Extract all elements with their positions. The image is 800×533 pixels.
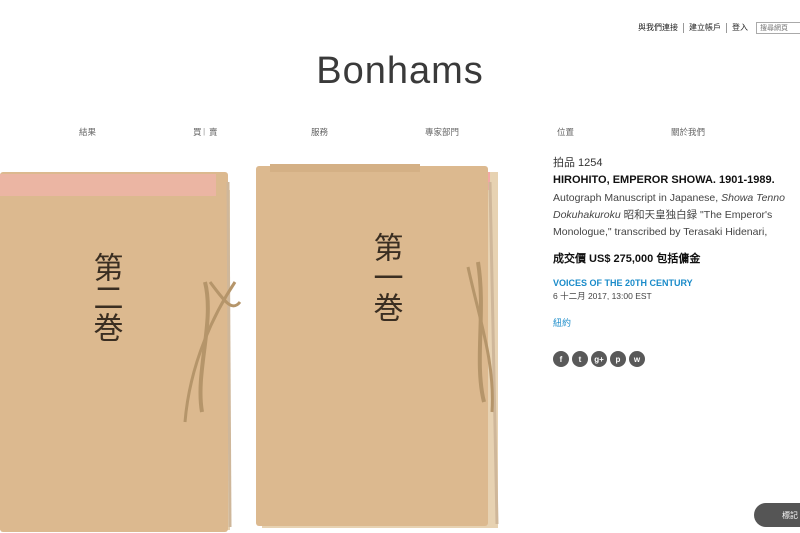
sale-date: 6 十二月 2017, 13:00 EST xyxy=(553,291,652,301)
bookmark-button[interactable]: 標記 xyxy=(754,503,800,527)
facebook-icon[interactable]: f xyxy=(553,351,569,367)
lot-info-panel: 拍品 1254 HIROHITO, EMPEROR SHOWA. 1901-19… xyxy=(553,154,800,367)
twitter-icon[interactable]: t xyxy=(572,351,588,367)
right-volume-cover xyxy=(256,166,488,526)
weibo-icon[interactable]: w xyxy=(629,351,645,367)
sold-price: 成交價 US$ 275,000 包括傭金 xyxy=(553,253,701,265)
sale-name-link[interactable]: VOICES OF THE 20TH CENTURY xyxy=(553,278,800,288)
sale-location-link[interactable]: 紐約 xyxy=(553,316,800,329)
contact-link[interactable]: 與我們連接 xyxy=(633,23,683,33)
nav-locations[interactable]: 位置 xyxy=(557,126,574,138)
login-link[interactable]: 登入 xyxy=(726,23,753,33)
nav-buy[interactable]: 買 xyxy=(193,126,202,138)
volume-1-label: 第一巻 xyxy=(368,232,404,322)
pinterest-icon[interactable]: p xyxy=(610,351,626,367)
lot-description: Autograph Manuscript in Japanese, Showa … xyxy=(553,192,785,238)
utility-bar: 與我們連接 建立帳戶 登入 xyxy=(633,22,800,34)
lot-number: 拍品 1254 xyxy=(553,157,603,169)
register-link[interactable]: 建立帳戶 xyxy=(683,23,726,33)
social-share: f t g+ p w xyxy=(553,351,800,367)
nav-results[interactable]: 結果 xyxy=(79,126,96,138)
nav-sell[interactable]: 賣 xyxy=(209,126,218,138)
search-input[interactable] xyxy=(756,22,800,34)
nav-separator: | xyxy=(203,126,206,136)
volume-2-label: 第二巻 xyxy=(88,252,124,342)
lot-image[interactable]: 第二巻 第一巻 xyxy=(0,162,545,533)
google-plus-icon[interactable]: g+ xyxy=(591,351,607,367)
lot-title: HIROHITO, EMPEROR SHOWA. 1901-1989. xyxy=(553,174,775,186)
manuscript-photo: 第二巻 第一巻 xyxy=(0,164,499,532)
nav-about[interactable]: 關於我們 xyxy=(671,126,705,138)
nav-services[interactable]: 服務 xyxy=(311,126,328,138)
main-nav: 結果 買 | 賣 服務 專家部門 位置 關於我們 xyxy=(0,126,800,138)
nav-departments[interactable]: 專家部門 xyxy=(425,126,459,138)
left-volume-cover xyxy=(0,172,228,532)
bonhams-logo[interactable]: Bonhams xyxy=(0,50,800,93)
